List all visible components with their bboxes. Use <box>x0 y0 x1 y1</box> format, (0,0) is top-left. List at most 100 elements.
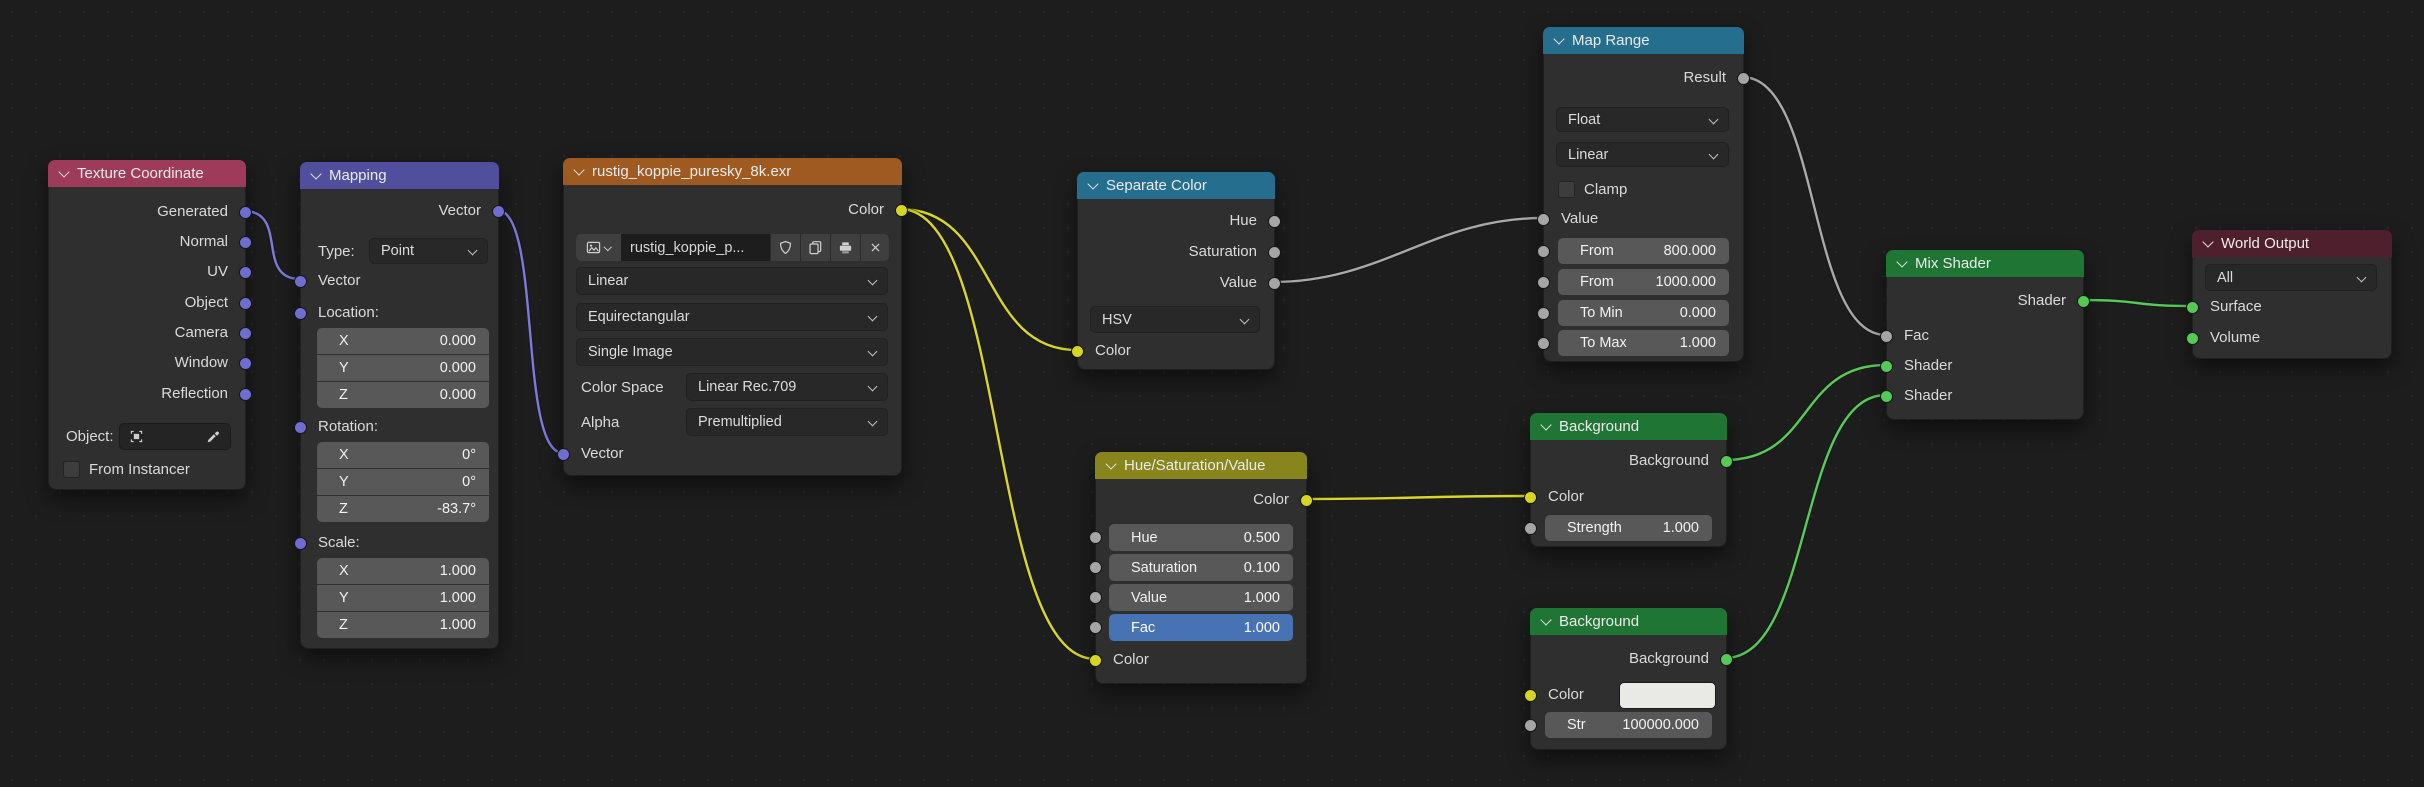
node-header-background-2[interactable]: Background <box>1530 608 1727 635</box>
socket-out-hue[interactable] <box>1268 215 1281 228</box>
pack-image-button[interactable] <box>830 234 860 261</box>
slider-to-max[interactable]: To Max1.000 <box>1558 330 1729 356</box>
socket-in-volume[interactable] <box>2186 332 2199 345</box>
collapse-icon[interactable] <box>1553 33 1564 44</box>
socket-in-value[interactable] <box>1089 591 1102 604</box>
location-z[interactable]: Z0.000 <box>317 382 489 408</box>
socket-out-saturation[interactable] <box>1268 246 1281 259</box>
socket-out-object[interactable] <box>239 297 252 310</box>
socket-out-color[interactable] <box>895 204 908 217</box>
socket-out-normal[interactable] <box>239 236 252 249</box>
slider-fac[interactable]: Fac1.000 <box>1109 614 1293 641</box>
location-y[interactable]: Y0.000 <box>317 355 489 381</box>
collapse-icon[interactable] <box>1105 458 1116 469</box>
collapse-icon[interactable] <box>1896 256 1907 267</box>
socket-in-location[interactable] <box>294 307 307 320</box>
node-header-world-output[interactable]: World Output <box>2192 230 2392 257</box>
checkbox-clamp[interactable] <box>1558 181 1575 198</box>
unlink-image-button[interactable] <box>860 234 889 261</box>
node-header-map-range[interactable]: Map Range <box>1543 27 1744 54</box>
object-selector-field[interactable] <box>119 423 231 450</box>
scale-y[interactable]: Y1.000 <box>317 585 489 611</box>
socket-in-color[interactable] <box>1524 491 1537 504</box>
slider-from[interactable]: From1000.000 <box>1558 269 1729 295</box>
socket-in-saturation[interactable] <box>1089 561 1102 574</box>
copy-image-button[interactable] <box>800 234 830 261</box>
slider-hue[interactable]: Hue0.500 <box>1109 524 1293 551</box>
rotation-y[interactable]: Y0° <box>317 469 489 495</box>
socket-out-camera[interactable] <box>239 327 252 340</box>
checkbox-from-instancer[interactable] <box>63 461 80 478</box>
color-swatch[interactable] <box>1619 682 1716 709</box>
location-x[interactable]: X0.000 <box>317 328 489 354</box>
socket-out-uv[interactable] <box>239 266 252 279</box>
collapse-icon[interactable] <box>1540 614 1551 625</box>
image-name-field[interactable]: rustig_koppie_p... <box>621 234 770 261</box>
dropdown-projection[interactable]: Equirectangular <box>576 303 888 331</box>
socket-out-shader[interactable] <box>2077 295 2090 308</box>
node-header-texture-coordinate[interactable]: Texture Coordinate <box>48 160 246 187</box>
socket-in-from[interactable] <box>1537 276 1550 289</box>
node-header-hue-saturation-value[interactable]: Hue/Saturation/Value <box>1095 452 1307 479</box>
rotation-z[interactable]: Z-83.7° <box>317 496 489 522</box>
dropdown-alpha[interactable]: Premultiplied <box>686 408 888 436</box>
collapse-icon[interactable] <box>1087 178 1098 189</box>
socket-in-fac[interactable] <box>1089 621 1102 634</box>
node-header-separate-color[interactable]: Separate Color <box>1077 172 1275 199</box>
dropdown-interpolation[interactable]: Linear <box>1556 142 1729 167</box>
node-editor-canvas[interactable]: Texture CoordinateGeneratedNormalUVObjec… <box>0 0 2424 787</box>
slider-strength[interactable]: Strength1.000 <box>1545 515 1712 541</box>
dropdown-interpolation[interactable]: Linear <box>576 267 888 295</box>
dropdown-target[interactable]: All <box>2205 264 2377 291</box>
socket-out-value[interactable] <box>1268 277 1281 290</box>
node-header-mapping[interactable]: Mapping <box>300 162 499 189</box>
socket-in-shader[interactable] <box>1880 360 1893 373</box>
dropdown-type[interactable]: Point <box>369 238 488 264</box>
image-browse-button[interactable] <box>576 234 621 261</box>
slider-from[interactable]: From800.000 <box>1558 238 1729 264</box>
socket-out-background[interactable] <box>1720 653 1733 666</box>
socket-out-reflection[interactable] <box>239 388 252 401</box>
node-header-mix-shader[interactable]: Mix Shader <box>1886 250 2084 277</box>
socket-in-str[interactable] <box>1524 719 1537 732</box>
node-header-environment-texture[interactable]: rustig_koppie_puresky_8k.exr <box>563 158 902 185</box>
dropdown-mode[interactable]: HSV <box>1090 306 1260 333</box>
scale-z[interactable]: Z1.000 <box>317 612 489 638</box>
node-header-background-1[interactable]: Background <box>1530 413 1727 440</box>
collapse-icon[interactable] <box>573 164 584 175</box>
socket-in-vector[interactable] <box>294 275 307 288</box>
socket-in-to-max[interactable] <box>1537 337 1550 350</box>
socket-in-color[interactable] <box>1071 345 1084 358</box>
socket-in-to-min[interactable] <box>1537 307 1550 320</box>
socket-in-value[interactable] <box>1537 213 1550 226</box>
socket-in-surface[interactable] <box>2186 301 2199 314</box>
slider-str[interactable]: Str100000.000 <box>1545 712 1712 738</box>
socket-out-generated[interactable] <box>239 206 252 219</box>
collapse-icon[interactable] <box>1540 419 1551 430</box>
scale-x[interactable]: X1.000 <box>317 558 489 584</box>
socket-in-strength[interactable] <box>1524 522 1537 535</box>
dropdown-source[interactable]: Single Image <box>576 338 888 366</box>
dropdown-color-space[interactable]: Linear Rec.709 <box>686 373 888 401</box>
rotation-x[interactable]: X0° <box>317 442 489 468</box>
socket-in-vector[interactable] <box>557 448 570 461</box>
dropdown-data-type[interactable]: Float <box>1556 107 1729 132</box>
slider-to-min[interactable]: To Min0.000 <box>1558 300 1729 326</box>
fake-user-button[interactable] <box>770 234 800 261</box>
socket-in-shader[interactable] <box>1880 390 1893 403</box>
collapse-icon[interactable] <box>58 166 69 177</box>
socket-out-color[interactable] <box>1300 494 1313 507</box>
socket-in-scale[interactable] <box>294 537 307 550</box>
socket-in-color[interactable] <box>1089 654 1102 667</box>
socket-in-rotation[interactable] <box>294 421 307 434</box>
slider-saturation[interactable]: Saturation0.100 <box>1109 554 1293 581</box>
socket-in-fac[interactable] <box>1880 330 1893 343</box>
collapse-icon[interactable] <box>310 168 321 179</box>
socket-in-hue[interactable] <box>1089 531 1102 544</box>
slider-value[interactable]: Value1.000 <box>1109 584 1293 611</box>
collapse-icon[interactable] <box>2202 236 2213 247</box>
socket-in-color[interactable] <box>1524 689 1537 702</box>
socket-in-from[interactable] <box>1537 245 1550 258</box>
socket-out-result[interactable] <box>1737 72 1750 85</box>
socket-out-window[interactable] <box>239 357 252 370</box>
